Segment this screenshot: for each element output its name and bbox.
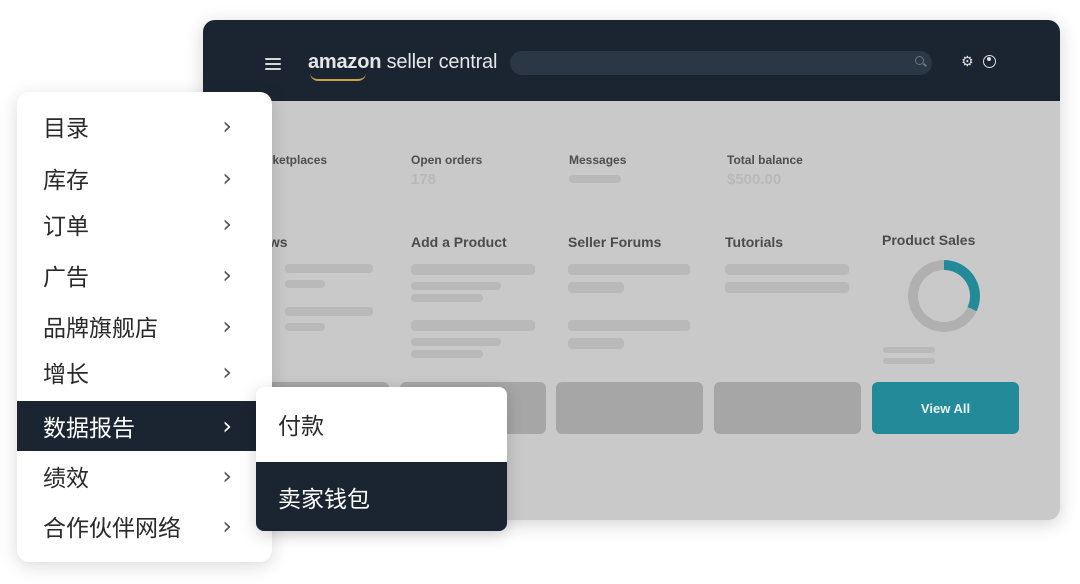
skeleton-line <box>725 282 849 293</box>
menu-item-label: 目录 <box>43 115 89 141</box>
menu-item-label: 绩效 <box>43 465 89 491</box>
menu-item-label: 数据报告 <box>43 415 135 441</box>
seller-central-header: amazon seller central ⚙ <box>203 20 1060 101</box>
logo-brand: amazon <box>308 51 382 73</box>
product-sales-donut-chart <box>908 260 980 332</box>
navigation-menu: 目录 › 库存 › 订单 › 广告 › 品牌旗舰店 › 增长 › 数据报告 › … <box>17 92 272 562</box>
menu-item-brand-stores[interactable]: 品牌旗舰店 › <box>17 301 256 351</box>
skeleton-line <box>411 282 501 290</box>
skeleton-line <box>883 358 935 364</box>
skeleton-line <box>883 347 935 353</box>
menu-item-growth[interactable]: 增长 › <box>17 347 256 397</box>
menu-item-partner-network[interactable]: 合作伙伴网络 › <box>17 501 256 551</box>
chevron-right-icon: › <box>222 261 232 289</box>
search-input[interactable] <box>510 51 932 75</box>
skeleton-line <box>411 338 501 346</box>
chevron-right-icon: › <box>222 312 232 340</box>
logo-suffix: seller central <box>386 51 498 73</box>
reports-submenu: 付款 卖家钱包 <box>256 387 507 531</box>
stat-open-orders: Open orders 178 <box>411 153 482 188</box>
content-card[interactable] <box>714 382 861 434</box>
view-all-button[interactable]: View All <box>872 382 1019 434</box>
skeleton-line <box>411 294 483 302</box>
search-icon[interactable] <box>915 56 924 65</box>
chevron-right-icon: › <box>222 164 232 192</box>
menu-item-label: 库存 <box>43 167 89 193</box>
chevron-right-icon: › <box>222 210 232 238</box>
menu-item-orders[interactable]: 订单 › <box>17 199 256 249</box>
chevron-right-icon: › <box>222 358 232 386</box>
section-title-tutorials[interactable]: Tutorials <box>725 234 783 250</box>
skeleton-line <box>285 264 373 273</box>
section-title-add-product[interactable]: Add a Product <box>411 234 507 250</box>
menu-item-label: 订单 <box>43 213 89 239</box>
menu-item-label: 品牌旗舰店 <box>43 315 158 341</box>
submenu-item-seller-wallet[interactable]: 卖家钱包 <box>256 462 507 531</box>
stat-total-balance: Total balance $500.00 <box>727 153 803 188</box>
stat-label: Open orders <box>411 153 483 167</box>
skeleton-line <box>411 350 483 358</box>
stat-label: Messages <box>569 153 627 167</box>
stat-value: $500.00 <box>727 171 782 188</box>
skeleton-line <box>568 338 624 349</box>
menu-item-catalog[interactable]: 目录 › <box>17 101 256 151</box>
gear-icon[interactable]: ⚙ <box>961 54 974 68</box>
stat-label: Total balance <box>727 153 803 167</box>
chevron-right-icon: › <box>222 462 232 490</box>
skeleton-line <box>568 320 690 331</box>
skeleton-line <box>285 280 325 288</box>
amazon-smile-icon <box>310 73 366 81</box>
content-card[interactable] <box>556 382 703 434</box>
submenu-item-label: 卖家钱包 <box>278 485 370 512</box>
seller-central-logo[interactable]: amazon seller central <box>308 51 498 81</box>
section-title-product-sales: Product Sales <box>882 232 976 248</box>
skeleton-line <box>411 320 535 331</box>
user-icon[interactable] <box>983 55 996 68</box>
submenu-item-payments[interactable]: 付款 <box>256 387 507 461</box>
stat-messages: Messages <box>569 153 626 167</box>
submenu-item-label: 付款 <box>278 413 324 439</box>
skeleton-line <box>569 175 621 183</box>
skeleton-line <box>725 264 849 275</box>
skeleton-line <box>568 264 690 275</box>
menu-item-label: 广告 <box>43 264 89 290</box>
chevron-right-icon: › <box>222 412 232 440</box>
menu-item-label: 增长 <box>43 361 89 387</box>
section-title-seller-forums[interactable]: Seller Forums <box>568 234 661 250</box>
chevron-right-icon: › <box>222 112 232 140</box>
hamburger-menu-icon[interactable] <box>265 58 281 70</box>
stat-value: 178 <box>411 171 437 188</box>
menu-item-advertising[interactable]: 广告 › <box>17 250 256 300</box>
menu-item-label: 合作伙伴网络 <box>43 515 181 541</box>
menu-item-performance[interactable]: 绩效 › <box>17 451 256 501</box>
skeleton-line <box>285 307 373 316</box>
menu-item-reports[interactable]: 数据报告 › <box>17 401 256 451</box>
skeleton-line <box>411 264 535 275</box>
menu-item-inventory[interactable]: 库存 › <box>17 153 256 203</box>
skeleton-line <box>285 323 325 331</box>
chevron-right-icon: › <box>222 512 232 540</box>
skeleton-line <box>568 282 624 293</box>
